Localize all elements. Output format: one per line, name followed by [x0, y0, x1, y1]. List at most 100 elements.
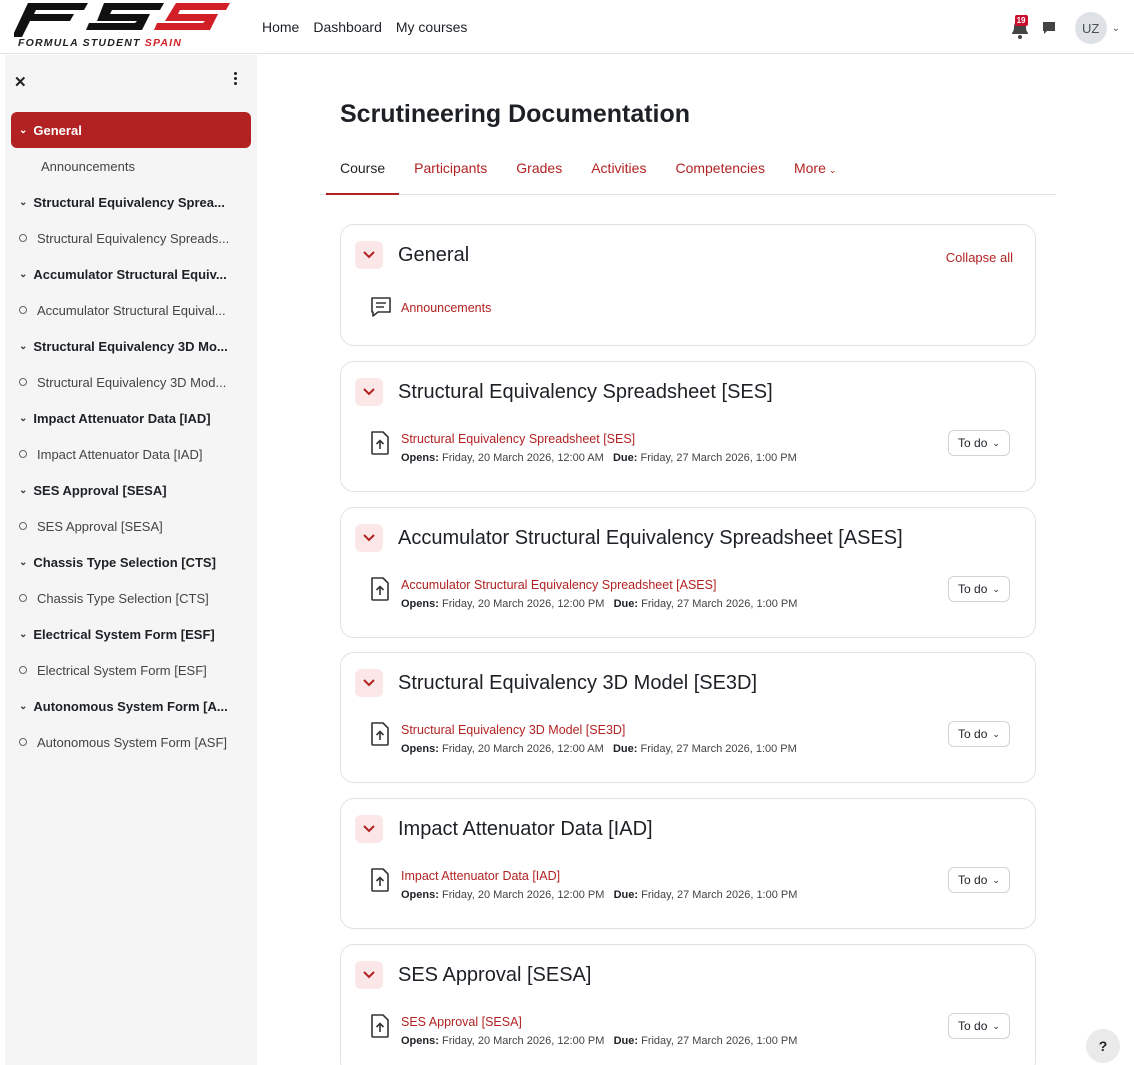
- todo-dropdown[interactable]: To do ⌄: [948, 430, 1010, 456]
- activity-link[interactable]: Impact Attenuator Data [IAD]: [401, 869, 560, 883]
- drawer-activity-item[interactable]: Structural Equivalency Spreads...: [5, 220, 257, 256]
- activity-link-announcements[interactable]: Announcements: [401, 301, 491, 315]
- chevron-down-icon: ⌄: [992, 437, 1000, 448]
- tab-more[interactable]: More ⌄: [794, 150, 836, 194]
- opens-date: Friday, 20 March 2026, 12:00 PM: [441, 598, 605, 610]
- drawer-section-item[interactable]: ⌄ Electrical System Form [ESF]: [5, 616, 257, 652]
- drawer-activity-item[interactable]: Autonomous System Form [ASF]: [5, 724, 257, 760]
- chevron-down-icon[interactable]: ⌄: [19, 269, 27, 280]
- collapse-section-button[interactable]: [355, 378, 383, 406]
- section-title: General: [398, 244, 470, 266]
- drawer-activity-item[interactable]: Accumulator Structural Equival...: [5, 292, 257, 328]
- section-title: Impact Attenuator Data [IAD]: [398, 818, 653, 840]
- chevron-down-icon[interactable]: ⌄: [19, 485, 27, 496]
- close-icon[interactable]: ✕: [14, 73, 27, 91]
- tab-course[interactable]: Course: [325, 150, 400, 195]
- todo-label: To do: [958, 727, 988, 741]
- chevron-down-icon[interactable]: ⌄: [19, 701, 27, 712]
- collapse-section-button[interactable]: [355, 961, 383, 989]
- drawer-item-label: Accumulator Structural Equiv...: [33, 266, 227, 282]
- todo-dropdown[interactable]: To do ⌄: [948, 576, 1010, 602]
- drawer-section-item[interactable]: ⌄ SES Approval [SESA]: [5, 472, 257, 508]
- chevron-down-icon: ⌄: [992, 1020, 1000, 1031]
- drawer-item-label: Structural Equivalency Sprea...: [33, 194, 225, 210]
- section-card: SES Approval [SESA] SES Approval [SESA] Op…: [340, 944, 1036, 1065]
- activity-dates: Opens: Friday, 20 March 2026, 12:00 PM D…: [401, 1035, 797, 1047]
- section-title: Structural Equivalency 3D Model [SE3D]: [398, 672, 758, 694]
- drawer-activity-item[interactable]: Structural Equivalency 3D Mod...: [5, 364, 257, 400]
- drawer-section-item[interactable]: ⌄ General: [11, 112, 251, 148]
- drawer-section-item[interactable]: ⌄ Accumulator Structural Equiv...: [5, 256, 257, 292]
- drawer-activity-item[interactable]: Electrical System Form [ESF]: [5, 652, 257, 688]
- chevron-down-icon[interactable]: ⌄: [19, 197, 27, 208]
- drawer-section-item[interactable]: ⌄ Chassis Type Selection [CTS]: [5, 544, 257, 580]
- drawer-activity-item[interactable]: Impact Attenuator Data [IAD]: [5, 436, 257, 472]
- tab-grades[interactable]: Grades: [516, 150, 562, 194]
- fss-logo[interactable]: FORMULA STUDENT SPAIN: [12, 3, 230, 51]
- todo-label: To do: [958, 873, 988, 887]
- due-date: Friday, 27 March 2026, 1:00 PM: [640, 452, 797, 464]
- kebab-icon[interactable]: [231, 72, 239, 88]
- drawer-activity-item[interactable]: SES Approval [SESA]: [5, 508, 257, 544]
- drawer-item-label: Structural Equivalency 3D Mo...: [33, 338, 228, 354]
- fss-logo-mark: [12, 3, 230, 37]
- course-index-drawer: ✕ ⌄ General Announcements ⌄ Structural Equiv…: [5, 55, 257, 1065]
- drawer-item-label: Impact Attenuator Data [IAD]: [33, 410, 211, 426]
- nav-my-courses[interactable]: My courses: [396, 19, 468, 35]
- drawer-section-item[interactable]: ⌄ Impact Attenuator Data [IAD]: [5, 400, 257, 436]
- drawer-item-label: Announcements: [41, 158, 135, 174]
- circle-icon: [19, 522, 27, 530]
- drawer-section-item[interactable]: ⌄ Structural Equivalency Sprea...: [5, 184, 257, 220]
- activity-link[interactable]: Accumulator Structural Equivalency Sprea…: [401, 578, 716, 592]
- due-label: Due:: [612, 452, 638, 464]
- drawer-activity-item[interactable]: Announcements: [5, 148, 257, 184]
- assignment-upload-icon: [371, 431, 389, 455]
- user-actions: 19 UZ ⌄: [1009, 12, 1120, 44]
- assignment-upload-icon: [371, 577, 389, 601]
- chevron-down-icon: ⌄: [992, 728, 1000, 739]
- tab-participants[interactable]: Participants: [414, 150, 487, 194]
- drawer-item-label: SES Approval [SESA]: [33, 482, 167, 498]
- drawer-section-item[interactable]: ⌄ Autonomous System Form [A...: [5, 688, 257, 724]
- collapse-section-button[interactable]: [355, 669, 383, 697]
- logo-subtitle: FORMULA STUDENT SPAIN: [18, 37, 183, 49]
- chevron-down-icon: ⌄: [992, 874, 1000, 885]
- drawer-item-label: Accumulator Structural Equival...: [37, 302, 226, 318]
- messages-icon[interactable]: [1041, 20, 1057, 36]
- chevron-down-icon[interactable]: ⌄: [1112, 23, 1120, 34]
- drawer-item-label: Autonomous System Form [A...: [33, 698, 228, 714]
- collapse-all-link[interactable]: Collapse all: [946, 250, 1013, 265]
- collapse-section-button[interactable]: [355, 815, 383, 843]
- tab-activities[interactable]: Activities: [591, 150, 646, 194]
- section-title: SES Approval [SESA]: [398, 964, 592, 986]
- nav-home[interactable]: Home: [262, 19, 299, 35]
- drawer-section-item[interactable]: ⌄ Structural Equivalency 3D Mo...: [5, 328, 257, 364]
- section-card: Structural Equivalency 3D Model [SE3D] St…: [340, 652, 1036, 783]
- chevron-down-icon[interactable]: ⌄: [19, 341, 27, 352]
- chevron-down-icon[interactable]: ⌄: [19, 413, 27, 424]
- activity-link[interactable]: Structural Equivalency Spreadsheet [SES]: [401, 432, 635, 446]
- section-title: Structural Equivalency Spreadsheet [SES]: [398, 381, 773, 403]
- activity-link[interactable]: SES Approval [SESA]: [401, 1015, 522, 1029]
- todo-dropdown[interactable]: To do ⌄: [948, 721, 1010, 747]
- user-avatar[interactable]: UZ: [1074, 12, 1107, 44]
- collapse-section-button[interactable]: [355, 241, 383, 269]
- activity-link[interactable]: Structural Equivalency 3D Model [SE3D]: [401, 723, 625, 737]
- notifications-button[interactable]: 19: [1009, 14, 1031, 42]
- help-button[interactable]: ?: [1086, 1029, 1120, 1063]
- drawer-activity-item[interactable]: Chassis Type Selection [CTS]: [5, 580, 257, 616]
- collapse-section-button[interactable]: [355, 524, 383, 552]
- tab-competencies[interactable]: Competencies: [675, 150, 765, 194]
- todo-dropdown[interactable]: To do ⌄: [948, 867, 1010, 893]
- due-label: Due:: [612, 743, 638, 755]
- opens-date: Friday, 20 March 2026, 12:00 PM: [441, 889, 605, 901]
- chevron-down-icon[interactable]: ⌄: [19, 125, 27, 136]
- nav-dashboard[interactable]: Dashboard: [313, 19, 382, 35]
- course-index: ⌄ General Announcements ⌄ Structural Equival…: [5, 112, 257, 760]
- todo-dropdown[interactable]: To do ⌄: [948, 1013, 1010, 1039]
- chevron-down-icon[interactable]: ⌄: [19, 557, 27, 568]
- todo-label: To do: [958, 436, 988, 450]
- opens-date: Friday, 20 March 2026, 12:00 AM: [441, 452, 604, 464]
- chevron-down-icon[interactable]: ⌄: [19, 629, 27, 640]
- opens-date: Friday, 20 March 2026, 12:00 PM: [441, 1035, 605, 1047]
